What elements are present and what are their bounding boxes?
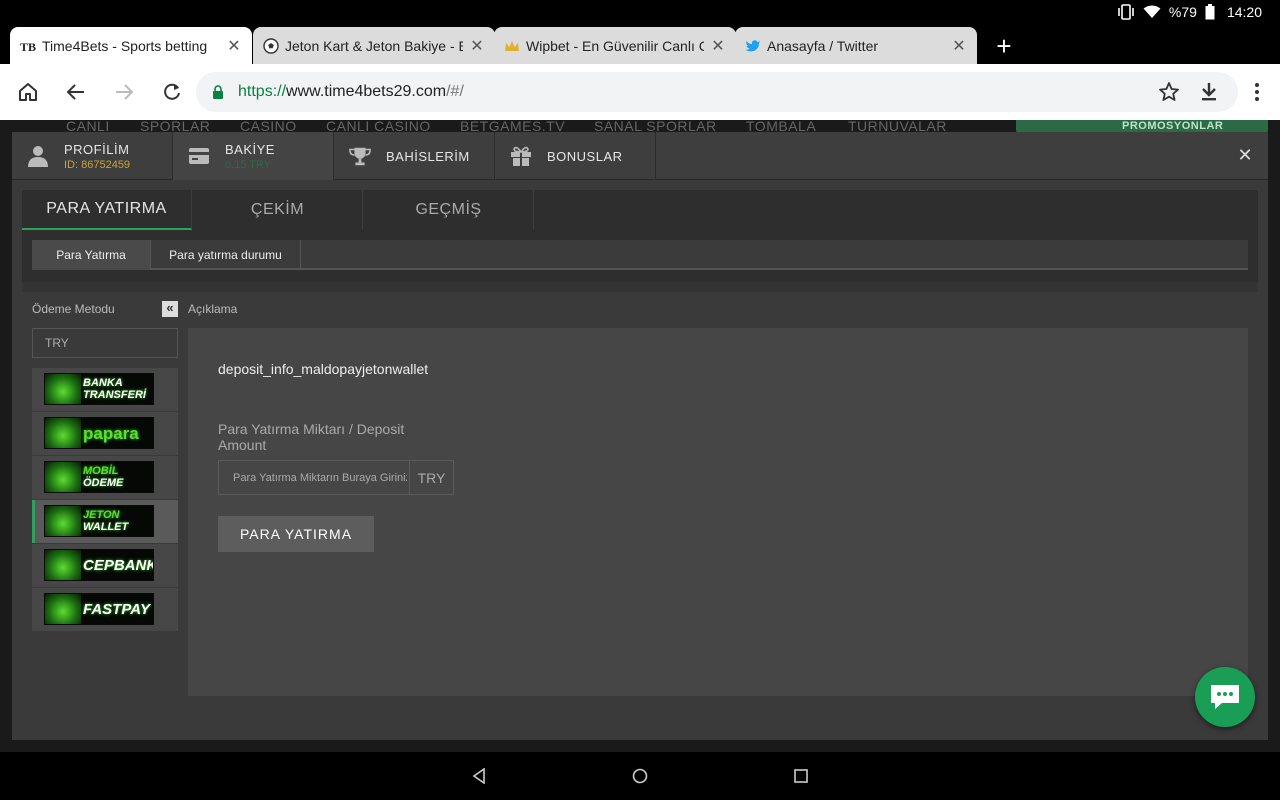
tab-history[interactable]: GEÇMİŞ (364, 190, 534, 230)
tab-label: BAHİSLERİM (386, 148, 470, 164)
tab-label: BAKİYE (225, 141, 275, 157)
time4bets-logo-icon: TB (20, 38, 36, 54)
tab-profile[interactable]: PROFİLİM ID: 86752459 (12, 132, 173, 180)
more-menu-icon[interactable] (1243, 78, 1271, 106)
payment-method-list: BANKA TRANSFERİ papara MOBİL ÖDEME JETON WA… (32, 368, 178, 632)
wallet-content: PARA YATIRMA ÇEKİM GEÇMİŞ Para Yatırma P… (22, 190, 1258, 730)
status-bar: %79 14:20 (0, 0, 1280, 24)
lock-icon (212, 85, 224, 104)
amount-input[interactable] (219, 461, 407, 494)
user-icon (26, 144, 50, 168)
nav-recents-square-icon[interactable] (791, 766, 811, 786)
bookmark-star-icon[interactable] (1155, 78, 1183, 106)
tab-wipbet[interactable]: Wipbet - En Güvenilir Canlı Ca ✕ (494, 27, 736, 64)
address-bar[interactable]: https://www.time4bets29.com/#/ (196, 72, 1238, 112)
method-bank-transfer[interactable]: BANKA TRANSFERİ (32, 368, 178, 411)
deposit-area: Ödeme Metodu « TRY BANKA TRANSFERİ papara… (22, 292, 1258, 730)
subtab-deposit[interactable]: Para Yatırma (32, 240, 151, 270)
tab-title: Jeton Kart & Jeton Bakiye - E (285, 37, 463, 54)
tab-withdraw[interactable]: ÇEKİM (193, 190, 363, 230)
method-fastpay[interactable]: FASTPAY (32, 588, 178, 631)
deposit-submit-button[interactable]: PARA YATIRMA (218, 516, 374, 552)
close-icon[interactable]: ✕ (1236, 146, 1254, 164)
mobile-payment-logo: MOBİL ÖDEME (44, 461, 154, 493)
tab-strip: TB Time4Bets - Sports betting ✕ Jeton Ka… (0, 24, 1280, 64)
trophy-icon (348, 144, 372, 168)
deposit-info-text: deposit_info_maldopayjetonwallet (218, 361, 429, 377)
amount-label: Para Yatırma Miktarı / Deposit Amount (218, 421, 405, 453)
wifi-icon (1143, 5, 1161, 19)
balance-amount: 0.15 TRY (225, 158, 272, 171)
wallet-card-icon (187, 144, 211, 168)
account-modal: PROFİLİM ID: 86752459 BAKİYE 0.15 TRY BAHİ… (12, 132, 1268, 740)
deposit-panel: deposit_info_maldopayjetonwallet Para Ya… (188, 328, 1248, 696)
payment-method-label: Ödeme Metodu (32, 302, 115, 316)
gift-icon (509, 144, 533, 168)
currency-select[interactable]: TRY (32, 328, 178, 358)
close-tab-icon[interactable]: ✕ (226, 36, 242, 56)
vibrate-icon (1117, 4, 1135, 20)
deposit-subtabs: Para Yatırma Para yatırma durumu (32, 240, 1248, 270)
tab-time4bets[interactable]: TB Time4Bets - Sports betting ✕ (10, 27, 252, 64)
amount-input-group: TRY (218, 460, 454, 495)
tab-title: Time4Bets - Sports betting (42, 37, 208, 54)
user-id: ID: 86752459 (64, 158, 131, 171)
amount-currency: TRY (409, 461, 453, 494)
new-tab-plus-icon[interactable]: + (990, 32, 1018, 60)
home-icon[interactable] (14, 78, 42, 106)
papara-logo: papara (44, 417, 154, 449)
twitter-bird-icon (745, 38, 761, 54)
chat-bubble-icon[interactable] (1195, 667, 1255, 727)
tab-deposit[interactable]: PARA YATIRMA (22, 190, 192, 230)
crown-icon (504, 38, 520, 54)
download-icon[interactable] (1195, 78, 1223, 106)
tab-my-bets[interactable]: BAHİSLERİM (334, 132, 495, 180)
battery-icon (1205, 4, 1215, 20)
fastpay-logo: FASTPAY (44, 593, 154, 625)
method-mobile-payment[interactable]: MOBİL ÖDEME (32, 456, 178, 499)
close-tab-icon[interactable]: ✕ (469, 36, 485, 56)
collapse-double-chevron-icon[interactable]: « (162, 301, 178, 317)
nav-home-circle-icon[interactable] (630, 766, 650, 786)
subtab-deposit-status[interactable]: Para yatırma durumu (151, 240, 301, 270)
tab-balance[interactable]: BAKİYE 0.15 TRY (173, 132, 334, 180)
clock: 14:20 (1226, 4, 1262, 20)
tab-title: Wipbet - En Güvenilir Canlı Ca (526, 37, 704, 54)
android-nav-bar (0, 752, 1280, 800)
svg-text:TB: TB (20, 40, 36, 53)
tab-bonuses[interactable]: BONUSLAR (495, 132, 656, 180)
nav-back-triangle-icon[interactable] (469, 766, 489, 786)
tab-title: Anasayfa / Twitter (767, 37, 879, 54)
soccer-ball-icon (263, 37, 279, 54)
tab-label: BONUSLAR (547, 148, 623, 164)
tab-jeton[interactable]: Jeton Kart & Jeton Bakiye - E ✕ (253, 27, 495, 64)
tab-twitter[interactable]: Anasayfa / Twitter ✕ (735, 27, 977, 64)
method-jeton-wallet[interactable]: JETON WALLET (32, 500, 178, 543)
back-arrow-icon[interactable] (62, 78, 90, 106)
method-papara[interactable]: papara (32, 412, 178, 455)
forward-arrow-icon[interactable] (110, 78, 138, 106)
description-label: Açıklama (188, 302, 238, 316)
section-tabs: PARA YATIRMA ÇEKİM GEÇMİŞ Para Yatırma P… (22, 190, 1258, 282)
reload-icon[interactable] (158, 78, 186, 106)
url-text: https://www.time4bets29.com/#/ (238, 83, 464, 100)
account-tabs: PROFİLİM ID: 86752459 BAKİYE 0.15 TRY BAHİ… (12, 132, 1268, 180)
web-page: CANLI SPORLAR CASINO CANLI CASINO BETGAM… (0, 120, 1280, 752)
battery-percent: %79 (1168, 4, 1197, 20)
browser-toolbar: https://www.time4bets29.com/#/ (0, 64, 1280, 120)
method-cepbank[interactable]: CEPBANK (32, 544, 178, 587)
tab-label: PROFİLİM (64, 141, 130, 157)
bank-transfer-logo: BANKA TRANSFERİ (44, 373, 154, 405)
cepbank-logo: CEPBANK (44, 549, 154, 581)
close-tab-icon[interactable]: ✕ (710, 36, 726, 56)
jeton-wallet-logo: JETON WALLET (44, 505, 154, 537)
close-tab-icon[interactable]: ✕ (951, 36, 967, 56)
